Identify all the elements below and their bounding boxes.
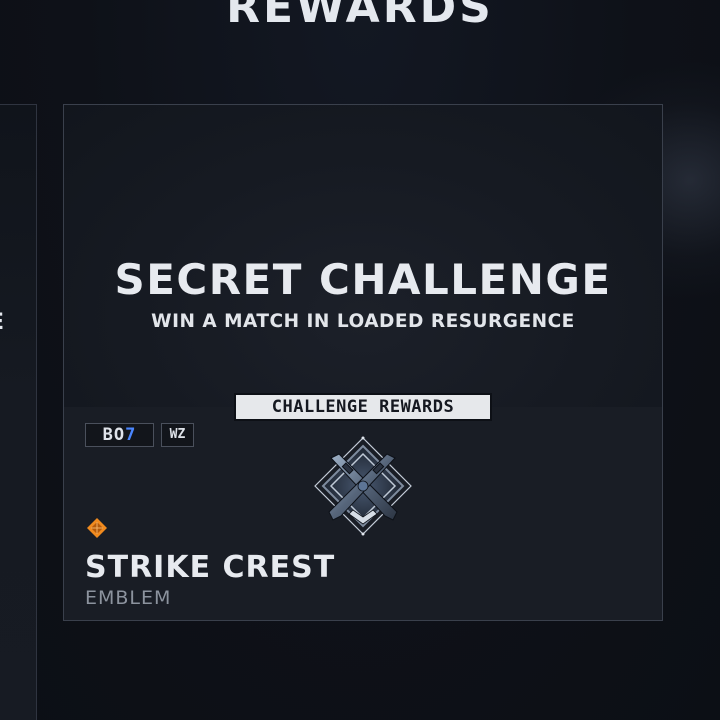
previous-card-header <box>0 105 36 405</box>
rewards-screen: REWARDS E SECRET CHALLENGE WIN A MATCH I… <box>0 0 720 720</box>
previous-card-label: E <box>0 310 4 335</box>
bo7-badge-prefix: BO <box>102 425 126 445</box>
reward-type: EMBLEM <box>85 587 172 609</box>
rarity-diamond-icon <box>87 518 107 538</box>
wz-game-badge: WZ <box>161 423 194 447</box>
secret-challenge-card[interactable]: SECRET CHALLENGE WIN A MATCH IN LOADED R… <box>63 104 663 621</box>
challenge-header-panel: SECRET CHALLENGE WIN A MATCH IN LOADED R… <box>64 105 662 407</box>
crossed-rifles-emblem-icon[interactable] <box>313 436 413 536</box>
previous-challenge-card[interactable]: E <box>0 104 37 720</box>
challenge-rewards-label: CHALLENGE REWARDS <box>236 395 490 419</box>
reward-name: STRIKE CREST <box>85 550 336 585</box>
challenge-title: SECRET CHALLENGE <box>114 255 612 304</box>
page-title: REWARDS <box>226 0 494 33</box>
bo7-badge-suffix: 7 <box>125 425 137 445</box>
challenge-description: WIN A MATCH IN LOADED RESURGENCE <box>151 311 575 332</box>
bo7-game-badge: BO7 <box>85 423 154 447</box>
